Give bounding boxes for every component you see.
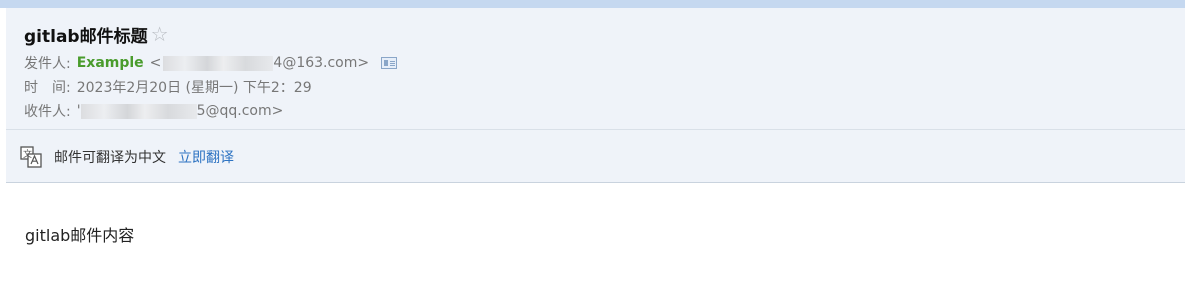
time-label: 时 间: <box>24 80 71 96</box>
translate-text: 邮件可翻译为中文 <box>54 150 166 166</box>
subject-row: gitlab邮件标题 ☆ <box>24 20 169 48</box>
mail-body: gitlab邮件内容 <box>25 226 135 245</box>
mail-view: gitlab邮件标题 ☆ 发件人: Example < 4@163.com> 时… <box>0 0 1185 291</box>
translate-now-link[interactable]: 立即翻译 <box>178 147 234 167</box>
sender-email-open: < <box>149 55 162 71</box>
mail-header: gitlab邮件标题 ☆ 发件人: Example < 4@163.com> 时… <box>6 8 1185 183</box>
star-icon[interactable]: ☆ <box>151 24 169 44</box>
sender-name[interactable]: Example <box>77 55 144 71</box>
sender-email: 4@163.com> <box>273 55 370 71</box>
recipient-email: 5@qq.com> <box>196 103 284 119</box>
svg-text:文: 文 <box>23 148 32 160</box>
header-divider <box>6 129 1185 130</box>
top-strip <box>0 0 1185 8</box>
time-row: 时 间: 2023年2月20日 (星期一) 下午2：29 <box>24 76 312 98</box>
to-label: 收件人: <box>24 104 71 120</box>
to-row: 收件人: ' 5@qq.com> <box>24 100 283 122</box>
redacted-email <box>80 103 197 119</box>
from-label: 发件人: <box>24 56 71 72</box>
translate-icon[interactable]: 文 <box>20 146 42 168</box>
from-row: 发件人: Example < 4@163.com> <box>24 52 398 74</box>
translate-bar: 文 邮件可翻译为中文 立即翻译 <box>20 144 234 170</box>
contact-card-icon[interactable] <box>381 57 398 69</box>
mail-subject: gitlab邮件标题 <box>24 26 148 47</box>
redacted-email <box>163 55 274 71</box>
time-value: 2023年2月20日 (星期一) 下午2：29 <box>76 80 312 96</box>
